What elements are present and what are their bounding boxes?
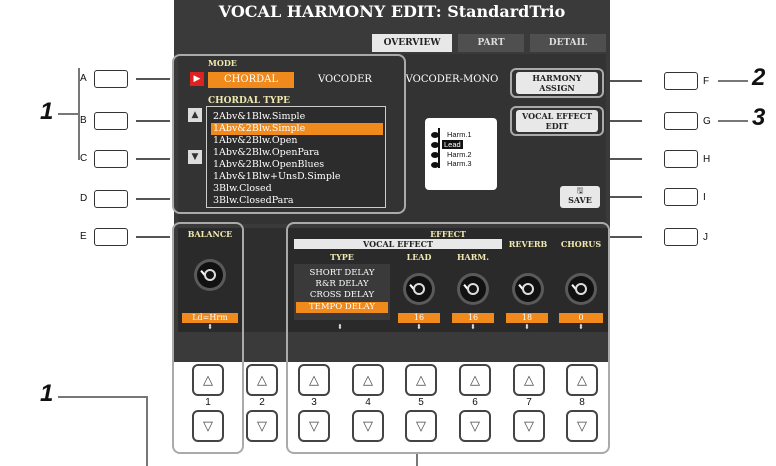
button-4-down[interactable]: ▽	[352, 410, 384, 442]
tab-detail[interactable]: DETAIL	[530, 34, 606, 52]
button-2-up[interactable]: △	[246, 364, 278, 396]
callout-number: 2	[752, 64, 766, 91]
side-label-e: E	[80, 231, 87, 242]
side-label-j: J	[703, 232, 708, 243]
button-b[interactable]	[94, 112, 128, 130]
harmony-assign-button[interactable]: HARMONY ASSIGN	[516, 72, 598, 94]
connector-line	[136, 158, 170, 160]
button-g[interactable]	[664, 112, 698, 130]
connector-line	[136, 236, 170, 238]
harmony-label: Harm.2	[447, 150, 472, 159]
empty-panel	[244, 228, 286, 332]
button-j[interactable]	[664, 228, 698, 246]
button-number: 1	[205, 397, 211, 408]
button-number: 2	[259, 397, 265, 408]
side-label-d: D	[80, 193, 88, 204]
button-7-down[interactable]: ▽	[513, 410, 545, 442]
side-label-i: I	[703, 192, 706, 203]
note-stem	[438, 128, 440, 168]
button-number: 4	[365, 397, 371, 408]
callout-line	[718, 80, 748, 82]
button-c[interactable]	[94, 150, 128, 168]
button-d[interactable]	[94, 190, 128, 208]
callout-number: 1	[40, 98, 54, 125]
highlight-frame-mode	[172, 54, 406, 214]
screen-title: VOCAL HARMONY EDIT: StandardTrio	[218, 2, 566, 21]
connector-line	[136, 198, 170, 200]
button-number: 8	[579, 397, 585, 408]
harmony-label-lead: Lead	[442, 140, 463, 149]
button-1-up[interactable]: △	[192, 364, 224, 396]
side-label-c: C	[80, 153, 88, 164]
harmony-diagram: Harm.1 Lead Harm.2 Harm.3	[425, 118, 497, 190]
side-label-a: A	[80, 73, 87, 84]
button-7-up[interactable]: △	[513, 364, 545, 396]
connector-line	[136, 78, 170, 80]
save-label: SAVE	[568, 195, 592, 205]
side-label-f: F	[703, 76, 710, 87]
button-4-up[interactable]: △	[352, 364, 384, 396]
save-button[interactable]: 🖫 SAVE	[560, 186, 600, 208]
button-f[interactable]	[664, 72, 698, 90]
button-number: 7	[526, 397, 532, 408]
connector-line	[610, 196, 642, 198]
button-e[interactable]	[94, 228, 128, 246]
side-label-g: G	[703, 116, 711, 127]
callout-number: 3	[752, 104, 766, 131]
mode-option-vocoder-mono[interactable]: VOCODER-MONO	[400, 72, 504, 88]
button-number: 3	[311, 397, 317, 408]
callout-line	[146, 396, 148, 466]
connector-line	[610, 120, 642, 122]
harmony-label: Harm.3	[447, 159, 472, 168]
button-5-up[interactable]: △	[405, 364, 437, 396]
callout-line	[416, 454, 418, 466]
button-8-up[interactable]: △	[566, 364, 598, 396]
side-label-h: H	[703, 154, 711, 165]
vocal-effect-edit-button[interactable]: VOCAL EFFECT EDIT	[516, 110, 598, 132]
button-i[interactable]	[664, 188, 698, 206]
connector-line	[610, 236, 642, 238]
side-label-b: B	[80, 115, 87, 126]
connector-line	[610, 158, 642, 160]
button-6-up[interactable]: △	[459, 364, 491, 396]
highlight-frame-effect	[286, 222, 610, 454]
button-3-down[interactable]: ▽	[298, 410, 330, 442]
button-number: 5	[418, 397, 424, 408]
callout-line	[58, 113, 78, 115]
button-a[interactable]	[94, 70, 128, 88]
connector-line	[610, 80, 642, 82]
tab-part[interactable]: PART	[458, 34, 524, 52]
disk-icon: 🖫	[576, 186, 584, 195]
button-5-down[interactable]: ▽	[405, 410, 437, 442]
harmony-label: Harm.1	[447, 130, 472, 139]
button-8-down[interactable]: ▽	[566, 410, 598, 442]
button-1-down[interactable]: ▽	[192, 410, 224, 442]
button-6-down[interactable]: ▽	[459, 410, 491, 442]
button-number: 6	[472, 397, 478, 408]
tab-overview[interactable]: OVERVIEW	[372, 34, 452, 52]
callout-line	[58, 396, 146, 398]
callout-bracket	[78, 68, 80, 160]
button-2-down[interactable]: ▽	[246, 410, 278, 442]
button-h[interactable]	[664, 150, 698, 168]
callout-number: 1	[40, 380, 54, 407]
button-3-up[interactable]: △	[298, 364, 330, 396]
callout-line	[718, 120, 748, 122]
connector-line	[136, 120, 170, 122]
